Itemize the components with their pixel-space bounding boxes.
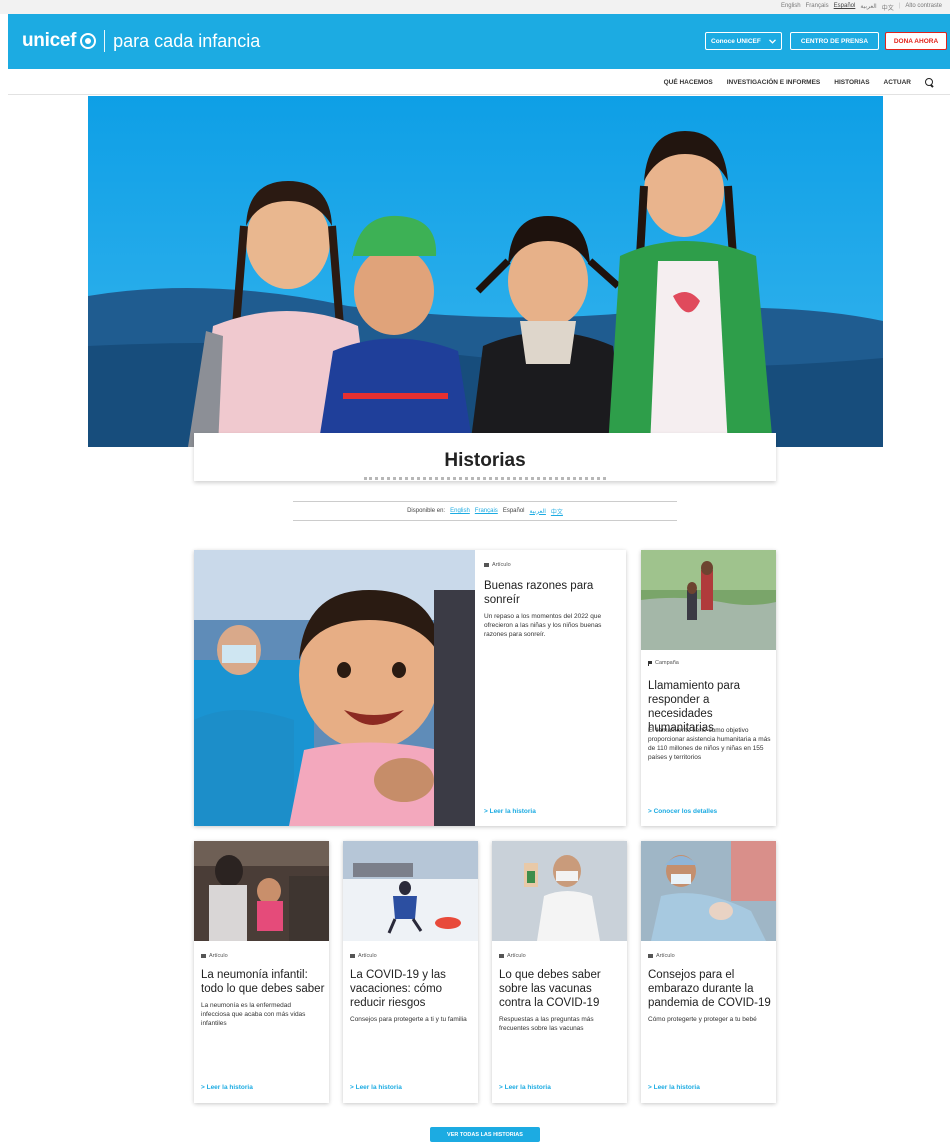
lang-arabic[interactable]: العربية: [860, 3, 876, 12]
story-description: Consejos para protegerte a ti y tu famil…: [350, 1016, 467, 1023]
available-spanish: Español: [502, 508, 525, 514]
story-title[interactable]: Consejos para el embarazo durante la pan…: [648, 968, 774, 1010]
conoce-unicef-dropdown[interactable]: Conoce UNICEF: [705, 32, 782, 50]
available-french[interactable]: Français: [475, 508, 498, 514]
util-divider: |: [898, 3, 901, 9]
featured-description: Un repaso a los momentos del 2022 que of…: [484, 613, 602, 638]
hero-subtitle-cut: [364, 477, 606, 481]
campaign-type-label: Campaña: [655, 660, 679, 666]
unicef-logo[interactable]: unicef para cada infancia: [22, 30, 260, 52]
story-image: [492, 841, 627, 941]
logo-wordmark: unicef: [22, 30, 77, 51]
story-description: Respuestas a las preguntas más frecuente…: [499, 1016, 594, 1032]
nav-item-historias[interactable]: HISTORIAS: [834, 79, 869, 86]
logo-divider: [104, 30, 106, 52]
story-type-label: Artículo: [358, 953, 377, 959]
available-languages: Disponible en: English Français Español …: [293, 501, 677, 521]
featured-story-card[interactable]: Artículo Buenas razones para sonreír Un …: [194, 550, 626, 826]
lang-chinese[interactable]: 中文: [882, 3, 894, 12]
campaign-details-link[interactable]: > Conocer los detalles: [648, 808, 717, 815]
story-type-label: Artículo: [209, 953, 228, 959]
donate-button[interactable]: DONA AHORA: [885, 32, 947, 50]
press-center-button[interactable]: CENTRO DE PRENSA: [790, 32, 879, 50]
available-label: Disponible en:: [407, 508, 446, 514]
article-icon: [201, 954, 206, 958]
article-icon: [499, 954, 504, 958]
story-image: [343, 841, 478, 941]
story-card[interactable]: Artículo La COVID-19 y las vacaciones: c…: [343, 841, 478, 1103]
available-arabic[interactable]: العربية: [530, 508, 546, 515]
language-switcher: English Français Español العربية 中文 | Al…: [781, 3, 942, 12]
story-card[interactable]: Artículo Lo que debes saber sobre las va…: [492, 841, 627, 1103]
chevron-down-icon: [769, 38, 776, 44]
nav-item-que-hacemos[interactable]: QUÉ HACEMOS: [664, 79, 713, 86]
lang-spanish[interactable]: Español: [834, 3, 856, 12]
article-icon: [648, 954, 653, 958]
logo-tagline: para cada infancia: [113, 30, 261, 51]
nav-item-investigacion[interactable]: INVESTIGACIÓN E INFORMES: [727, 79, 821, 86]
main-nav: QUÉ HACEMOS INVESTIGACIÓN E INFORMES HIS…: [8, 69, 950, 95]
story-read-link[interactable]: > Leer la historia: [350, 1084, 402, 1091]
story-image: [194, 841, 329, 941]
page-title: Historias: [444, 450, 526, 471]
campaign-image: [641, 550, 776, 650]
story-read-link[interactable]: > Leer la historia: [201, 1084, 253, 1091]
story-title[interactable]: La neumonía infantil: todo lo que debes …: [201, 968, 327, 996]
featured-type-label: Artículo: [492, 562, 511, 568]
story-type: Artículo: [499, 953, 526, 959]
featured-title[interactable]: Buenas razones para sonreír: [484, 579, 614, 607]
flag-icon: [648, 660, 652, 666]
story-type-label: Artículo: [656, 953, 675, 959]
featured-read-link[interactable]: > Leer la historia: [484, 808, 536, 815]
story-description: La neumonía es la enfermedad infecciosa …: [201, 1002, 306, 1027]
story-card[interactable]: Artículo La neumonía infantil: todo lo q…: [194, 841, 329, 1103]
campaign-type: Campaña: [648, 660, 679, 666]
site-header: unicef para cada infancia Conoce UNICEF …: [8, 14, 950, 69]
campaign-description: El llamamiento tiene como objetivo propo…: [648, 727, 771, 761]
story-title[interactable]: Lo que debes saber sobre las vacunas con…: [499, 968, 625, 1010]
story-type: Artículo: [648, 953, 675, 959]
conoce-label: Conoce UNICEF: [711, 37, 761, 45]
article-icon: [484, 563, 489, 567]
nav-item-actuar[interactable]: ACTUAR: [884, 79, 911, 86]
search-icon[interactable]: [925, 78, 934, 87]
see-all-stories-button[interactable]: VER TODAS LAS HISTORIAS: [430, 1127, 540, 1142]
available-english[interactable]: English: [450, 508, 470, 514]
unicef-globe-icon: [80, 33, 97, 49]
featured-story-image: [194, 550, 475, 826]
hero-image: [88, 96, 883, 447]
story-type-label: Artículo: [507, 953, 526, 959]
story-type: Artículo: [350, 953, 377, 959]
story-type: Artículo: [201, 953, 228, 959]
available-chinese[interactable]: 中文: [551, 507, 563, 516]
article-icon: [350, 954, 355, 958]
story-card[interactable]: Artículo Consejos para el embarazo duran…: [641, 841, 776, 1103]
story-read-link[interactable]: > Leer la historia: [499, 1084, 551, 1091]
story-description: Cómo protegerte y proteger a tu bebé: [648, 1016, 757, 1023]
hero-photo: [88, 96, 883, 447]
story-image: [641, 841, 776, 941]
lang-english[interactable]: English: [781, 3, 801, 12]
campaign-card[interactable]: Campaña Llamamiento para responder a nec…: [641, 550, 776, 826]
story-title[interactable]: La COVID-19 y las vacaciones: cómo reduc…: [350, 968, 468, 1010]
story-read-link[interactable]: > Leer la historia: [648, 1084, 700, 1091]
high-contrast-toggle[interactable]: Alto contraste: [905, 3, 942, 12]
hero-title-box: Historias: [194, 433, 776, 481]
lang-french[interactable]: Français: [806, 3, 829, 12]
featured-type: Artículo: [484, 562, 511, 568]
utility-bar: English Français Español العربية 中文 | Al…: [0, 0, 950, 14]
